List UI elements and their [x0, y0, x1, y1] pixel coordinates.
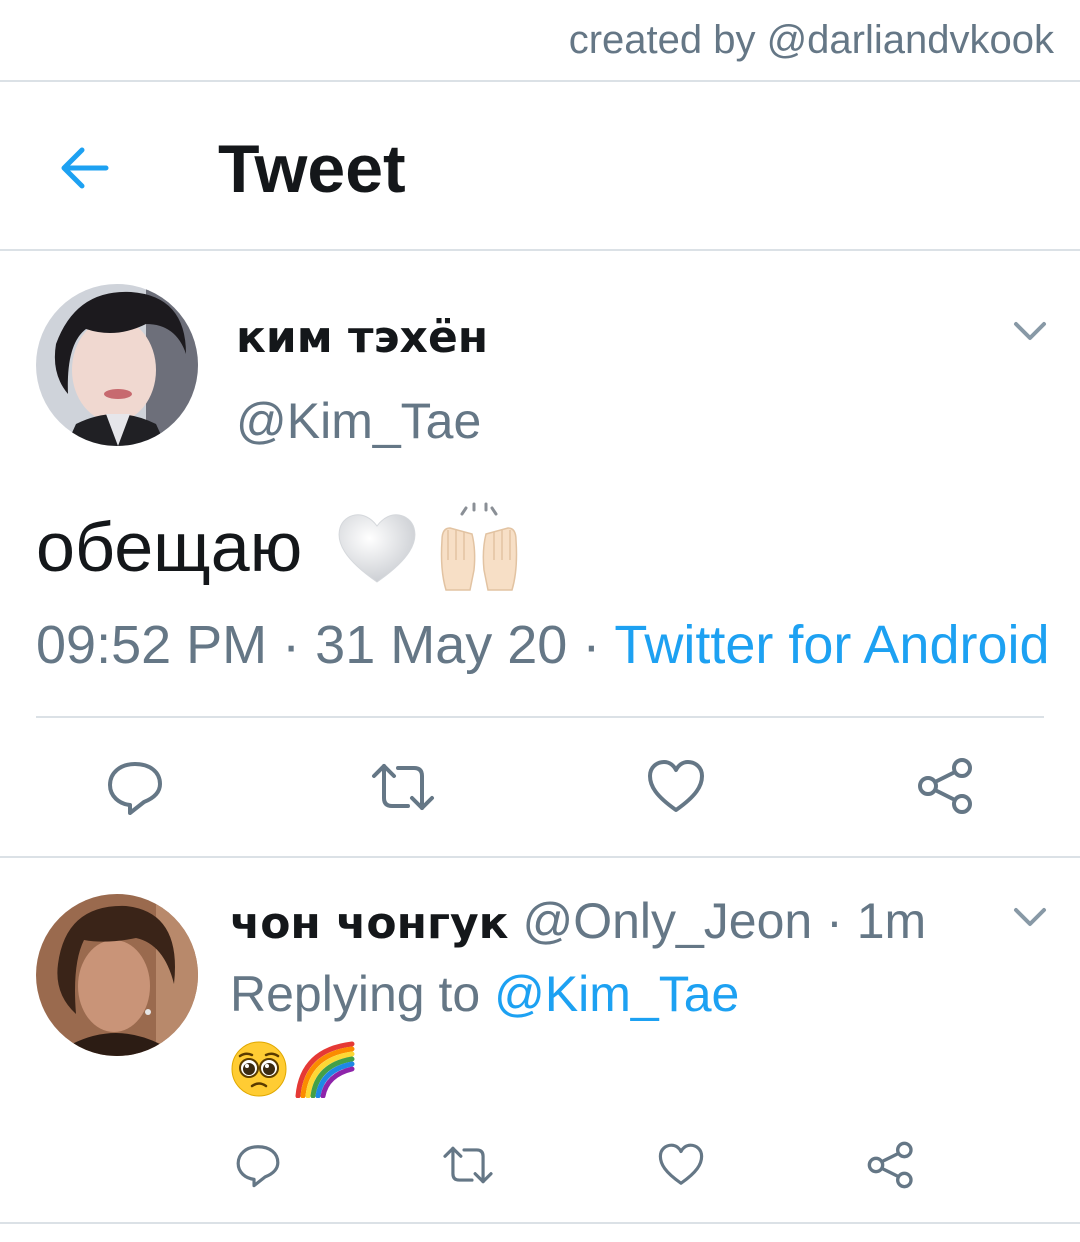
author-name[interactable]: ким тэхён — [236, 312, 488, 363]
replying-to-label: Replying to — [230, 966, 481, 1022]
back-button[interactable] — [56, 140, 112, 196]
replying-to-mention[interactable]: @Kim_Tae — [494, 966, 739, 1022]
retweet-button[interactable] — [370, 758, 436, 821]
tweet-date: 31 May 20 — [315, 615, 568, 675]
meta-separator: · — [282, 615, 301, 675]
reply-avatar[interactable] — [36, 894, 198, 1056]
chevron-down-icon — [1014, 322, 1046, 340]
tweet-time: 09:52 PM — [36, 615, 268, 675]
like-icon — [658, 1143, 704, 1185]
reply-share-button[interactable] — [866, 1140, 916, 1195]
reply-avatar-image — [36, 894, 198, 1056]
header-divider — [0, 249, 1080, 251]
share-button[interactable] — [916, 756, 976, 821]
reply-retweet-button[interactable] — [440, 1142, 496, 1193]
reply-text — [230, 1040, 356, 1098]
reply-author-name[interactable]: чон чонгук — [230, 898, 509, 949]
reply-separator: · — [826, 893, 843, 949]
reply-icon — [236, 1145, 280, 1188]
reply-author-handle[interactable]: @Only_Jeon — [522, 893, 812, 949]
reply-header: чон чонгук @Only_Jeon · 1m — [230, 892, 926, 950]
tweet-meta: 09:52 PM · 31 May 20 · Twitter for Andro… — [36, 614, 1050, 676]
share-icon — [867, 1141, 913, 1189]
reply-like-button[interactable] — [656, 1142, 706, 1193]
rainbow-icon — [295, 1041, 355, 1098]
watermark-text: created by @darliandvkook — [568, 18, 1054, 62]
chevron-down-icon — [1014, 908, 1046, 926]
white-heart-icon — [338, 514, 416, 583]
tweet-text-row: обещаю — [36, 500, 526, 594]
like-button[interactable] — [646, 758, 706, 821]
tweet-source-link[interactable]: Twitter for Android — [614, 615, 1049, 675]
author-handle[interactable]: @Kim_Tae — [236, 392, 481, 450]
reply-options-button[interactable] — [1010, 896, 1050, 936]
retweet-icon — [372, 764, 434, 810]
share-icon — [918, 758, 972, 814]
raising-hands-icon — [440, 502, 518, 591]
page-title: Tweet — [218, 131, 406, 207]
reply-button[interactable] — [106, 758, 164, 821]
reply-reply-button[interactable] — [234, 1142, 282, 1193]
avatar[interactable] — [36, 284, 198, 446]
reply-time: 1m — [856, 893, 927, 949]
meta-divider — [36, 716, 1044, 718]
tweet-divider — [0, 856, 1080, 858]
tweet-text: обещаю — [36, 508, 303, 586]
arrow-left-icon — [61, 147, 109, 189]
retweet-icon — [443, 1146, 493, 1184]
reply-icon — [108, 762, 162, 815]
top-divider — [0, 80, 1080, 82]
avatar-image — [36, 284, 198, 446]
replying-to: Replying to @Kim_Tae — [230, 965, 739, 1023]
pleading-face-icon — [231, 1041, 287, 1097]
bottom-divider — [0, 1222, 1080, 1224]
like-icon — [648, 760, 704, 812]
tweet-options-button[interactable] — [1010, 310, 1050, 350]
meta-separator: · — [582, 615, 601, 675]
